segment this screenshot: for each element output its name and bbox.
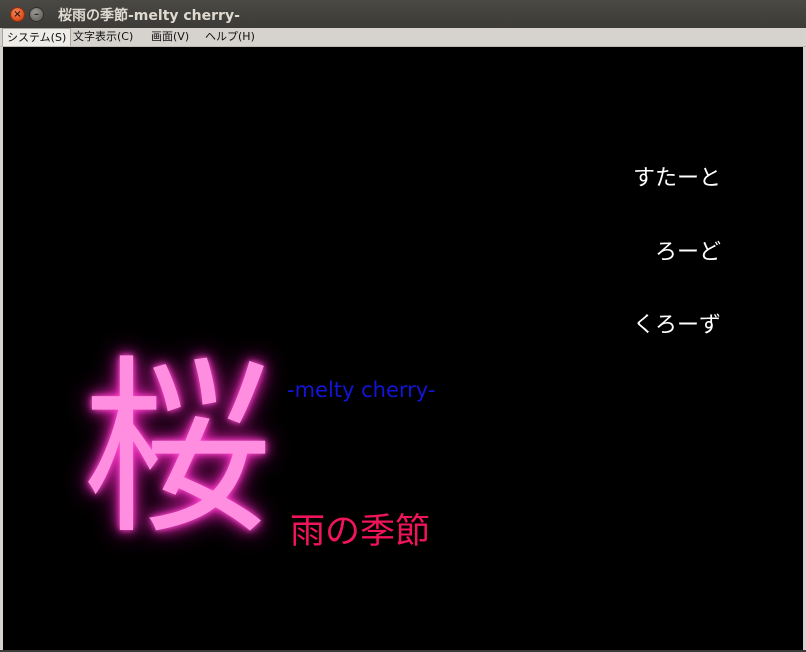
close-icon: × bbox=[13, 9, 22, 20]
close-option[interactable]: くろーず bbox=[633, 307, 721, 339]
minimize-button[interactable]: – bbox=[29, 7, 44, 22]
logo-kanji: 桜 bbox=[82, 339, 273, 560]
game-screen: すたーと ろーど くろーず 桜 -melty cherry- 雨の季節 bbox=[3, 48, 803, 650]
menu-screen[interactable]: 画面(V) bbox=[147, 28, 193, 46]
logo-tagline: 雨の季節 bbox=[290, 512, 431, 552]
menu-text-display[interactable]: 文字表示(C) bbox=[69, 28, 137, 46]
logo-subtitle: -melty cherry- bbox=[287, 378, 436, 402]
menu-system[interactable]: システム(S) bbox=[2, 28, 72, 46]
window-title: 桜雨の季節-melty cherry- bbox=[58, 8, 240, 24]
app-window: × – 桜雨の季節-melty cherry- システム(S) 文字表示(C) … bbox=[0, 0, 806, 652]
menu-bar: システム(S) 文字表示(C) 画面(V) ヘルプ(H) bbox=[0, 28, 806, 47]
minimize-icon: – bbox=[34, 9, 39, 20]
start-option[interactable]: すたーと bbox=[633, 160, 721, 192]
menu-help[interactable]: ヘルプ(H) bbox=[201, 28, 259, 46]
close-button[interactable]: × bbox=[10, 7, 25, 22]
title-bar[interactable]: × – 桜雨の季節-melty cherry- bbox=[0, 0, 806, 28]
load-option[interactable]: ろーど bbox=[655, 234, 721, 266]
